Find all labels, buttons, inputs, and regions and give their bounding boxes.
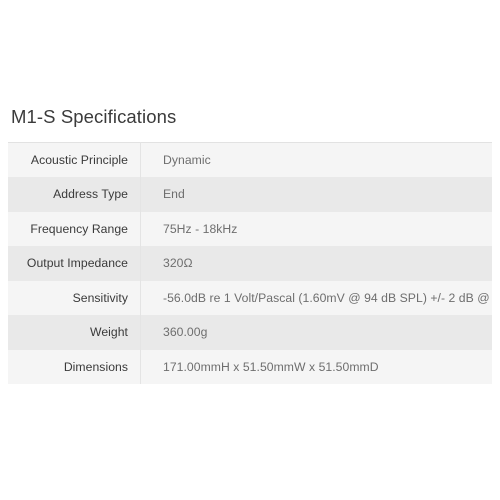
spec-label: Output Impedance [8, 246, 141, 281]
table-row: Address Type End [8, 177, 492, 212]
specifications-table: Acoustic Principle Dynamic Address Type … [8, 142, 492, 384]
spec-label: Dimensions [8, 349, 141, 384]
table-row: Acoustic Principle Dynamic [8, 142, 492, 177]
spec-value: 360.00g [140, 315, 492, 350]
spec-label: Sensitivity [8, 280, 141, 315]
spec-label: Frequency Range [8, 211, 141, 246]
spec-value: End [140, 177, 492, 212]
spec-value: Dynamic [140, 142, 492, 177]
spec-value: 75Hz - 18kHz [140, 211, 492, 246]
table-row: Frequency Range 75Hz - 18kHz [8, 211, 492, 246]
spec-label: Weight [8, 315, 141, 350]
table-row: Dimensions 171.00mmH x 51.50mmW x 51.50m… [8, 349, 492, 384]
spec-value: -56.0dB re 1 Volt/Pascal (1.60mV @ 94 dB… [140, 280, 492, 315]
table-row: Output Impedance 320Ω [8, 246, 492, 281]
page-title: M1-S Specifications [11, 106, 177, 127]
spec-label: Acoustic Principle [8, 142, 141, 177]
table-row: Weight 360.00g [8, 315, 492, 350]
specifications-table-body: Acoustic Principle Dynamic Address Type … [8, 142, 492, 384]
page-root: M1-S Specifications Acoustic Principle D… [0, 0, 500, 500]
spec-value: 320Ω [140, 246, 492, 281]
spec-label: Address Type [8, 177, 141, 212]
specifications-panel: M1-S Specifications Acoustic Principle D… [8, 104, 492, 384]
spec-value: 171.00mmH x 51.50mmW x 51.50mmD [140, 349, 492, 384]
table-row: Sensitivity -56.0dB re 1 Volt/Pascal (1.… [8, 280, 492, 315]
